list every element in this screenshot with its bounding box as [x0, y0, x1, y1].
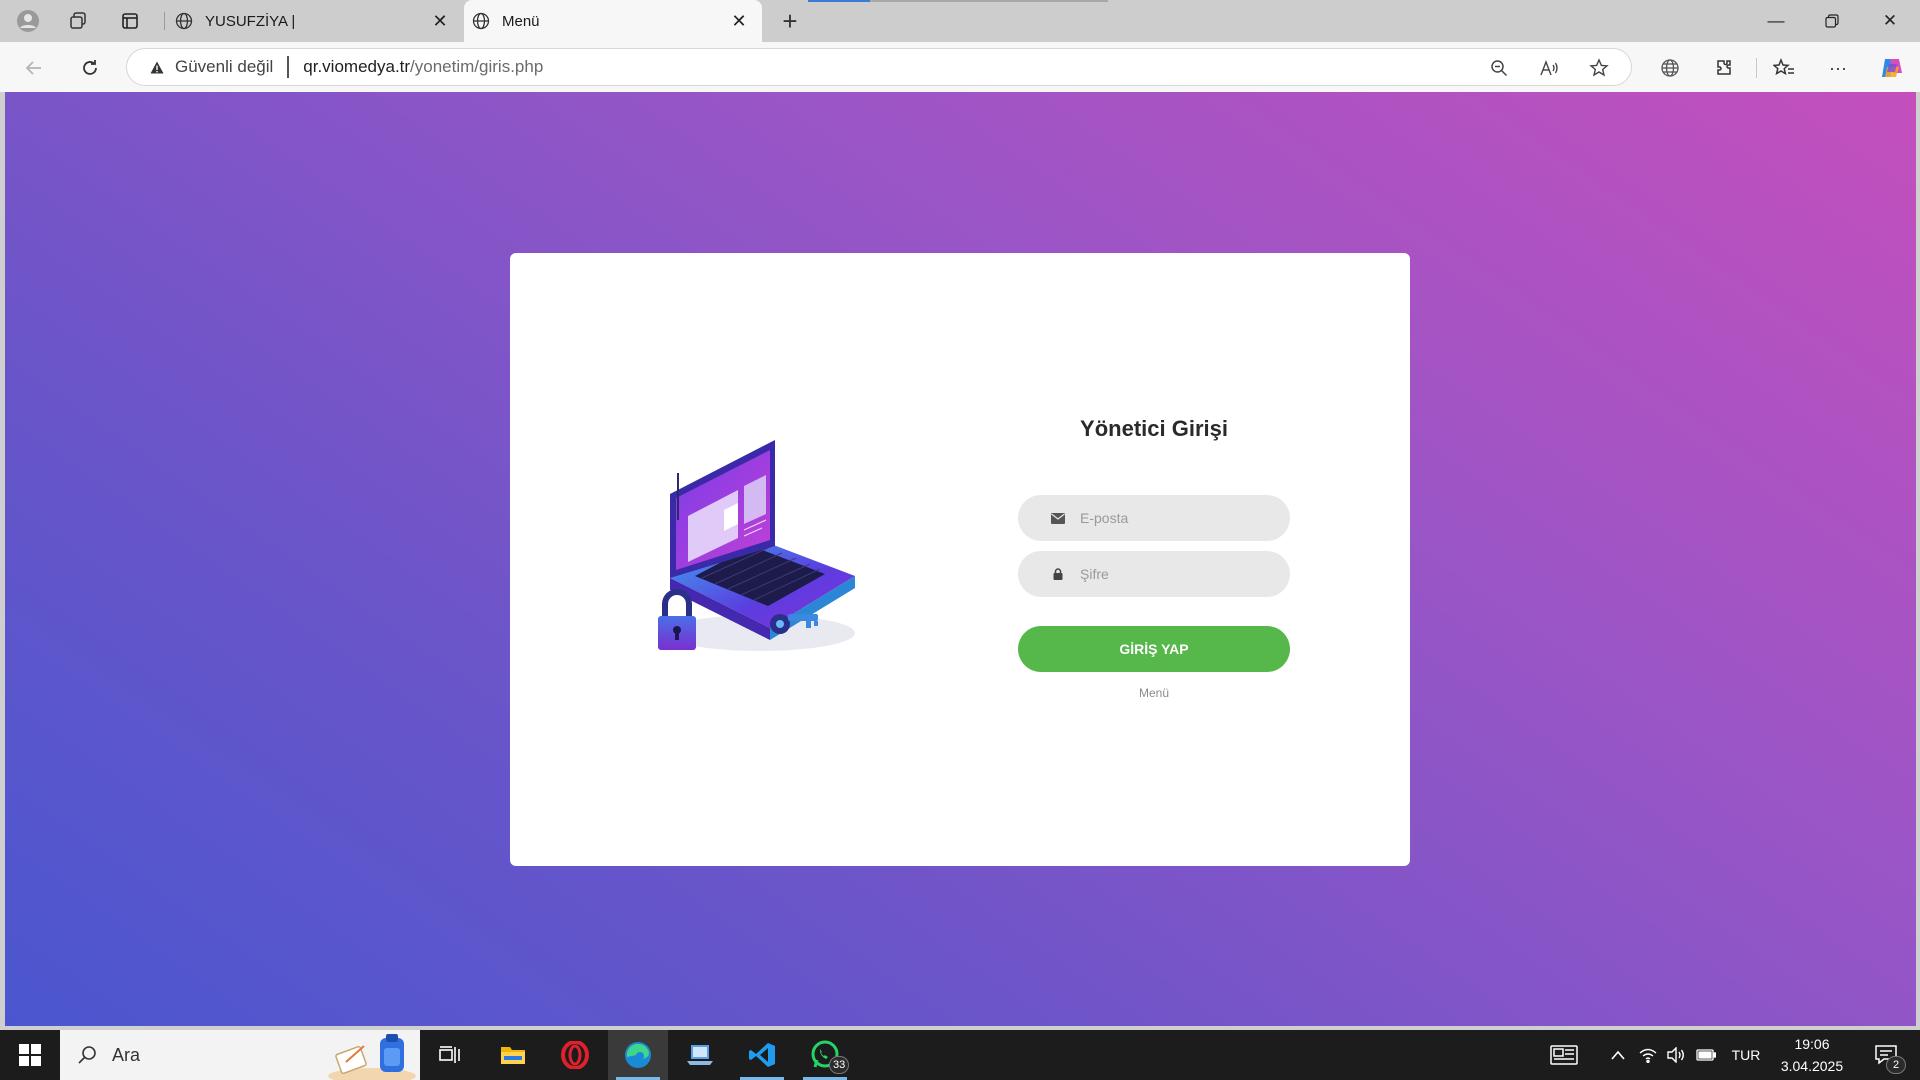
windows-taskbar: Ara 33 TUR 19:06 3.04.2025 2: [0, 1030, 1920, 1080]
extensions-icon[interactable]: [1708, 54, 1740, 82]
lock-icon: [1050, 567, 1066, 581]
more-options-icon[interactable]: ···: [1822, 54, 1854, 82]
close-tab-icon[interactable]: ✕: [728, 10, 750, 32]
edge-browser-icon[interactable]: [608, 1030, 668, 1080]
restore-icon[interactable]: [1804, 0, 1860, 42]
viewport-edge: [1916, 92, 1920, 1026]
chevron-up-icon[interactable]: [1604, 1030, 1632, 1080]
notification-center-icon[interactable]: 2: [1864, 1030, 1908, 1080]
refresh-icon[interactable]: [74, 52, 106, 84]
laptop-app-icon[interactable]: [670, 1030, 730, 1080]
toolbar-divider: [1756, 58, 1757, 78]
email-input[interactable]: [1080, 510, 1270, 526]
security-status[interactable]: Güvenli değil: [175, 57, 273, 77]
tab-title: Menü: [502, 12, 540, 30]
battery-icon[interactable]: [1694, 1030, 1718, 1080]
favorites-icon[interactable]: [1768, 54, 1800, 82]
url-host: qr.viomedya.tr: [303, 57, 411, 76]
warning-icon[interactable]: [149, 59, 165, 75]
globe-icon: [470, 10, 492, 32]
tab-loading-indicator: [808, 0, 1108, 2]
tab-actions-icon[interactable]: [114, 6, 146, 36]
password-field-wrapper[interactable]: [1018, 551, 1290, 597]
address-bar-row: Güvenli değil qr.viomedya.tr /yonetim/gi…: [0, 42, 1920, 92]
page-viewport: Yönetici Girişi GİRİŞ YAP Menü: [5, 92, 1916, 1026]
minimize-icon[interactable]: —: [1748, 0, 1804, 42]
copilot-icon[interactable]: [1876, 54, 1908, 82]
new-tab-icon[interactable]: +: [775, 6, 805, 36]
zoom-out-icon[interactable]: [1483, 56, 1515, 80]
address-divider: [287, 56, 290, 78]
whatsapp-icon[interactable]: 33: [795, 1030, 855, 1080]
close-window-icon[interactable]: ✕: [1862, 0, 1918, 42]
login-form: Yönetici Girişi GİRİŞ YAP Menü: [1018, 253, 1290, 866]
clock-time: 19:06: [1794, 1036, 1830, 1052]
search-placeholder: Ara: [112, 1044, 141, 1065]
close-tab-icon[interactable]: ✕: [429, 10, 451, 32]
opera-icon[interactable]: [545, 1030, 605, 1080]
login-button[interactable]: GİRİŞ YAP: [1018, 626, 1290, 672]
search-highlight-illustration: [328, 1034, 416, 1080]
laptop-security-illustration: [640, 428, 880, 688]
file-explorer-icon[interactable]: [483, 1030, 543, 1080]
system-clock[interactable]: 19:06 3.04.2025: [1772, 1030, 1852, 1080]
read-aloud-icon[interactable]: [1533, 56, 1565, 80]
network-icon[interactable]: [1636, 1030, 1660, 1080]
envelope-icon: [1050, 511, 1066, 525]
password-input[interactable]: [1080, 566, 1270, 582]
back-icon[interactable]: [18, 52, 50, 84]
browser-tab-strip: YUSUFZİYA | ✕ Menü ✕ + — ✕: [0, 0, 1920, 42]
email-field-wrapper[interactable]: [1018, 495, 1290, 541]
vscode-icon[interactable]: [732, 1030, 792, 1080]
taskbar-search[interactable]: Ara: [60, 1030, 420, 1080]
tab-menu[interactable]: Menü ✕: [464, 0, 762, 42]
tab-title: YUSUFZİYA |: [205, 12, 296, 30]
search-icon: [76, 1044, 98, 1066]
workspaces-icon[interactable]: [62, 6, 94, 36]
browser-essentials-icon[interactable]: [1654, 54, 1686, 82]
profile-icon[interactable]: [12, 6, 44, 36]
clock-date: 3.04.2025: [1780, 1058, 1844, 1074]
windows-start-icon[interactable]: [0, 1030, 60, 1080]
notification-count-badge: 2: [1886, 1056, 1906, 1074]
tab-yusufziya[interactable]: YUSUFZİYA | ✕: [165, 0, 463, 42]
login-card: Yönetici Girişi GİRİŞ YAP Menü: [510, 253, 1410, 866]
volume-icon[interactable]: [1664, 1030, 1688, 1080]
address-bar[interactable]: Güvenli değil qr.viomedya.tr /yonetim/gi…: [126, 48, 1632, 86]
task-view-icon[interactable]: [420, 1030, 480, 1080]
menu-link[interactable]: Menü: [1018, 686, 1290, 700]
input-language[interactable]: TUR: [1726, 1030, 1766, 1080]
news-widget-icon[interactable]: [1544, 1030, 1584, 1080]
url-path: /yonetim/giris.php: [410, 57, 544, 76]
favorite-star-icon[interactable]: [1583, 56, 1615, 80]
notification-badge: 33: [829, 1056, 850, 1074]
page-title: Yönetici Girişi: [1080, 416, 1228, 441]
globe-icon: [173, 10, 195, 32]
